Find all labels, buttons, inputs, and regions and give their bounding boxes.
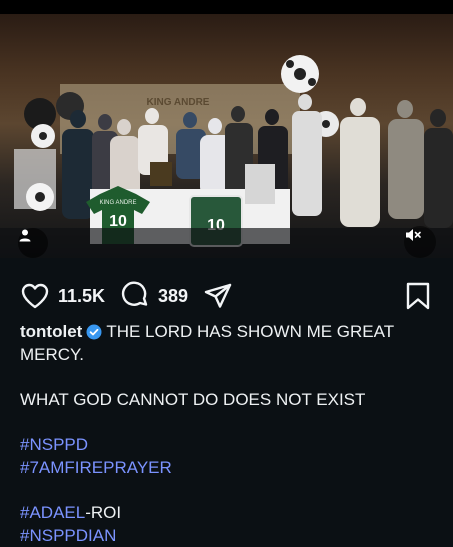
jersey-text: KING ANDRE xyxy=(99,200,136,206)
speaker-muted-icon xyxy=(406,229,421,241)
party-photo: KING ANDRE KING ANDRE 10 10 xyxy=(0,55,453,258)
heart-icon[interactable] xyxy=(20,282,50,310)
jersey-number: 10 xyxy=(109,213,127,230)
save-action[interactable] xyxy=(404,280,432,312)
person-icon xyxy=(19,229,31,242)
like-count: 11.5K xyxy=(58,285,106,306)
banner-text: KING ANDRE xyxy=(147,97,210,108)
verified-badge-icon xyxy=(86,324,102,340)
post-actions: 11.5K 389 xyxy=(0,280,453,312)
caption-line-2: WHAT GOD CANNOT DO DOES NOT EXIST xyxy=(20,390,366,409)
like-action[interactable]: 11.5K xyxy=(20,280,105,312)
top-bar xyxy=(0,0,453,14)
bookmark-icon[interactable] xyxy=(404,281,432,311)
hashtag-suffix: -ROI xyxy=(85,503,122,522)
caption-username[interactable]: tontolet xyxy=(20,322,82,341)
hashtag-link[interactable]: #NSPPD xyxy=(20,435,88,454)
post-caption: tontolet THE LORD HAS SHOWN ME GREAT MERC… xyxy=(20,320,435,547)
comment-action[interactable]: 389 xyxy=(120,280,188,312)
tagged-users-button[interactable] xyxy=(18,228,48,258)
hashtag-link[interactable]: #7AMFIREPRAYER xyxy=(20,458,172,477)
comment-count: 389 xyxy=(158,285,189,306)
share-action[interactable] xyxy=(203,280,233,312)
hashtag-link[interactable]: #ADAEL xyxy=(20,503,85,522)
post-media[interactable]: KING ANDRE KING ANDRE 10 10 xyxy=(0,14,453,258)
comment-icon[interactable] xyxy=(120,281,150,311)
mute-button[interactable] xyxy=(404,226,436,258)
send-icon[interactable] xyxy=(203,281,233,311)
